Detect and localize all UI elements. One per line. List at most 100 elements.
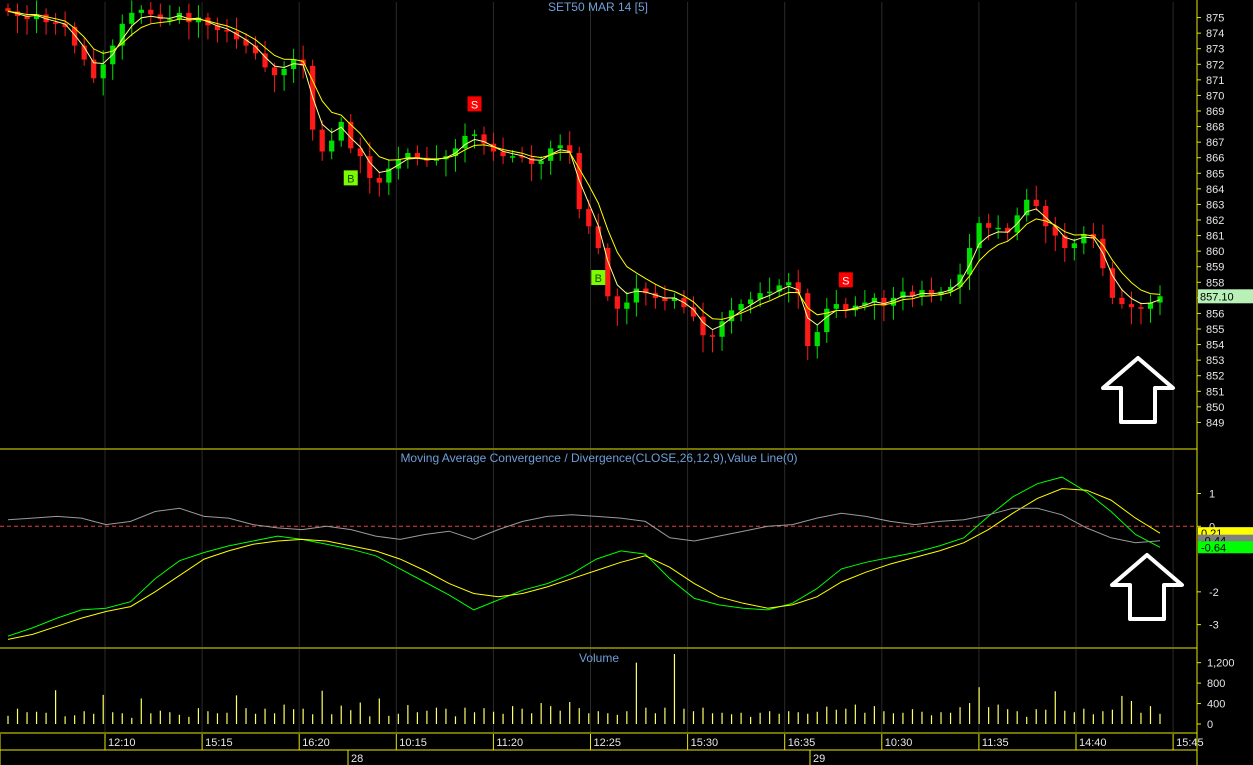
volume-tick-label: 800: [1207, 678, 1225, 690]
chart-window: SET50 MAR 14 [5] B S B S 849 850 851 852 853 854…: [0, 0, 1253, 765]
candles: [5, 0, 1163, 361]
price-tick-label: 874: [1206, 28, 1224, 40]
candle: [5, 8, 11, 12]
candle: [129, 12, 135, 24]
trade-signals: B S B S: [343, 96, 853, 288]
candle: [1138, 307, 1144, 309]
candle: [586, 209, 592, 227]
price-panel[interactable]: SET50 MAR 14 [5] B S B S 849 850 851 852 853 854…: [5, 0, 1253, 429]
price-tick-label: 868: [1206, 122, 1224, 134]
moving-averages: [7, 10, 1161, 331]
candle: [624, 302, 630, 309]
macd-series-line: [7, 488, 1161, 640]
price-tick-label: 867: [1206, 137, 1224, 149]
macd-title: Moving Average Convergence / Divergence(…: [400, 451, 797, 465]
price-tick-label: 875: [1206, 13, 1224, 25]
candle: [767, 291, 773, 294]
price-tick-label: 858: [1206, 277, 1224, 289]
candle: [167, 19, 173, 21]
macd-series-line: [7, 476, 1161, 637]
macd-lines: [7, 476, 1161, 640]
price-tick-label: 855: [1206, 324, 1224, 336]
price-tick-label: 852: [1206, 371, 1224, 383]
candle: [538, 160, 544, 164]
macd-panel[interactable]: Moving Average Convergence / Divergence(…: [0, 451, 1253, 640]
candle: [319, 129, 325, 152]
annotation-arrows: [1101, 356, 1184, 621]
price-tick-label: 873: [1206, 44, 1224, 56]
candle: [148, 9, 154, 15]
candle: [614, 296, 620, 309]
price-tick-label: 854: [1206, 340, 1224, 352]
macd-axis: -3-2010.21-0.44-0.64: [1197, 489, 1253, 632]
price-tick-label: 864: [1206, 184, 1224, 196]
stock-chart[interactable]: SET50 MAR 14 [5] B S B S 849 850 851 852 853 854…: [0, 0, 1253, 765]
price-axis: 8498508518528538548558568578588598608618…: [1197, 13, 1253, 429]
time-tick-label: 12:25: [594, 737, 622, 749]
candle: [995, 227, 1001, 230]
moving-average-line: [7, 10, 1161, 331]
volume-panel[interactable]: Volume 0 400 800 1,200: [7, 651, 1235, 731]
candle: [414, 153, 421, 158]
volume-title: Volume: [579, 651, 619, 665]
time-tick-label: 11:35: [982, 737, 1009, 749]
up-arrow-icon: [1110, 553, 1184, 621]
macd-tick-label: 1: [1209, 489, 1215, 501]
price-tick-label: 870: [1206, 90, 1224, 102]
price-tick-label: 872: [1206, 59, 1224, 71]
candle: [843, 304, 849, 311]
time-tick-label: 16:20: [302, 737, 330, 749]
price-tick-label: 866: [1206, 153, 1224, 165]
candle: [1033, 199, 1039, 206]
volume-tick-label: 1,200: [1207, 658, 1235, 670]
candle: [509, 156, 516, 158]
sell-signal: S: [838, 272, 853, 288]
macd-series-line: [7, 507, 1161, 544]
price-tick-label: 860: [1206, 246, 1224, 258]
last-price-label: 857.10: [1200, 291, 1234, 303]
macd-tick-label: -2: [1209, 587, 1219, 599]
price-chart-title: SET50 MAR 14 [5]: [548, 0, 648, 14]
time-tick-label: 10:30: [885, 737, 913, 749]
candle: [557, 145, 563, 149]
macd-badge-label: -0.64: [1201, 542, 1226, 554]
moving-average-line: [7, 10, 1161, 320]
price-tick-label: 865: [1206, 168, 1224, 180]
candle: [1157, 296, 1163, 303]
volume-tick-label: 0: [1207, 719, 1213, 731]
candle: [186, 12, 192, 23]
candle: [1128, 304, 1135, 308]
price-tick-label: 859: [1206, 262, 1224, 274]
time-tick-label: 14:40: [1079, 737, 1107, 749]
price-tick-label: 861: [1206, 231, 1224, 243]
candle: [814, 332, 820, 347]
price-tick-label: 863: [1206, 199, 1224, 211]
time-tick-label: 15:15: [205, 737, 233, 749]
candle: [100, 64, 106, 79]
candle: [157, 14, 163, 20]
candle: [1109, 268, 1116, 298]
candle: [338, 121, 344, 141]
volume-axis: 0 400 800 1,200: [1197, 658, 1235, 731]
price-tick-label: 871: [1206, 75, 1224, 87]
candle: [747, 299, 754, 305]
signal-label: S: [842, 275, 849, 287]
price-tick-label: 869: [1206, 106, 1224, 118]
candle: [709, 335, 716, 337]
time-tick-label: 15:45: [1176, 737, 1204, 749]
candle: [271, 67, 278, 76]
time-tick-label: 10:15: [399, 737, 427, 749]
price-tick-label: 856: [1206, 308, 1224, 320]
date-tick-label: 28: [351, 753, 363, 765]
price-tick-label: 851: [1206, 386, 1224, 398]
macd-value-badge: -0.64: [1198, 541, 1253, 554]
candle: [329, 140, 335, 152]
candle: [471, 134, 478, 136]
price-tick-label: 853: [1206, 355, 1224, 367]
candle: [833, 304, 839, 309]
candle: [795, 282, 801, 294]
signal-label: B: [347, 173, 354, 185]
candle: [52, 22, 59, 24]
candle: [786, 282, 792, 286]
buy-signal: B: [591, 270, 606, 286]
